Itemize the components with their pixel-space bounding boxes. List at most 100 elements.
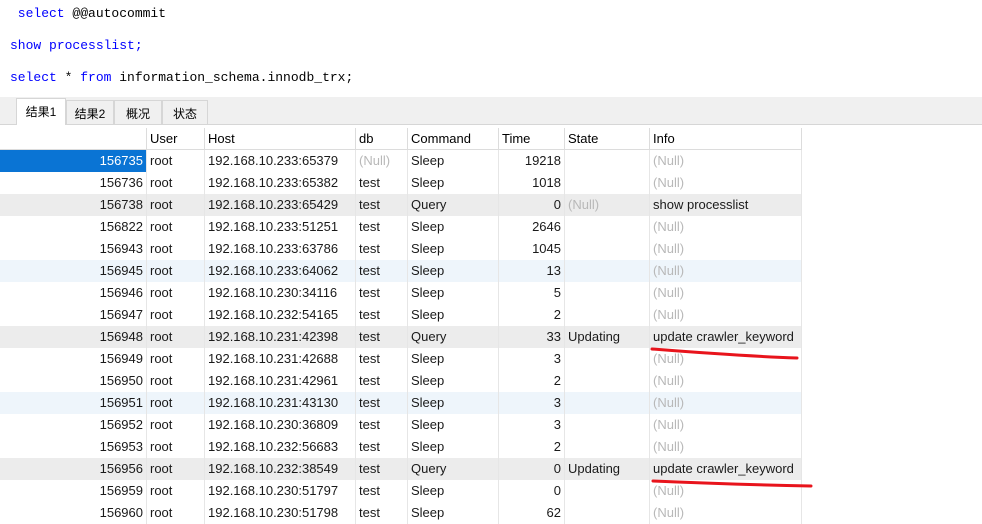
cell-info[interactable]: (Null) — [650, 392, 802, 414]
tab-result-1[interactable]: 结果1 — [16, 98, 66, 125]
cell-db[interactable]: test — [356, 392, 408, 414]
cell-id[interactable]: 156735 — [0, 150, 147, 172]
cell-user[interactable]: root — [147, 458, 205, 480]
cell-command[interactable]: Sleep — [408, 304, 499, 326]
cell-command[interactable]: Sleep — [408, 172, 499, 194]
cell-id[interactable]: 156951 — [0, 392, 147, 414]
cell-host[interactable]: 192.168.10.232:54165 — [205, 304, 356, 326]
cell-state[interactable] — [565, 216, 650, 238]
cell-info[interactable]: (Null) — [650, 370, 802, 392]
cell-time[interactable]: 3 — [499, 392, 565, 414]
cell-host[interactable]: 192.168.10.233:51251 — [205, 216, 356, 238]
cell-info[interactable]: (Null) — [650, 502, 802, 524]
cell-host[interactable]: 192.168.10.231:42688 — [205, 348, 356, 370]
cell-host[interactable]: 192.168.10.233:64062 — [205, 260, 356, 282]
cell-time[interactable]: 3 — [499, 348, 565, 370]
cell-user[interactable]: root — [147, 150, 205, 172]
cell-info[interactable]: (Null) — [650, 304, 802, 326]
cell-user[interactable]: root — [147, 502, 205, 524]
cell-command[interactable]: Sleep — [408, 436, 499, 458]
column-header-time[interactable]: Time — [499, 128, 565, 150]
column-header-state[interactable]: State — [565, 128, 650, 150]
table-row[interactable]: 156953 root 192.168.10.232:56683 test Sleep 2… — [0, 436, 802, 458]
cell-host[interactable]: 192.168.10.231:42398 — [205, 326, 356, 348]
cell-user[interactable]: root — [147, 480, 205, 502]
table-row[interactable]: 156735 root 192.168.10.233:65379 (Null) Slee… — [0, 150, 802, 172]
cell-command[interactable]: Sleep — [408, 260, 499, 282]
cell-info[interactable]: (Null) — [650, 480, 802, 502]
cell-db[interactable]: test — [356, 414, 408, 436]
cell-state[interactable] — [565, 238, 650, 260]
cell-command[interactable]: Sleep — [408, 414, 499, 436]
cell-db[interactable]: test — [356, 238, 408, 260]
table-row[interactable]: 156952 root 192.168.10.230:36809 test Sleep 3… — [0, 414, 802, 436]
cell-db[interactable]: test — [356, 172, 408, 194]
cell-id[interactable]: 156822 — [0, 216, 147, 238]
cell-db[interactable]: test — [356, 194, 408, 216]
cell-db[interactable]: test — [356, 348, 408, 370]
cell-time[interactable]: 3 — [499, 414, 565, 436]
column-header-info[interactable]: Info — [650, 128, 802, 150]
table-row[interactable]: 156947 root 192.168.10.232:54165 test Sleep 2… — [0, 304, 802, 326]
table-row[interactable]: 156959 root 192.168.10.230:51797 test Sleep 0… — [0, 480, 802, 502]
cell-host[interactable]: 192.168.10.232:56683 — [205, 436, 356, 458]
cell-id[interactable]: 156950 — [0, 370, 147, 392]
cell-user[interactable]: root — [147, 172, 205, 194]
cell-db[interactable]: test — [356, 458, 408, 480]
cell-state[interactable]: (Null) — [565, 194, 650, 216]
cell-time[interactable]: 19218 — [499, 150, 565, 172]
cell-user[interactable]: root — [147, 282, 205, 304]
cell-db[interactable]: test — [356, 216, 408, 238]
cell-user[interactable]: root — [147, 392, 205, 414]
cell-id[interactable]: 156959 — [0, 480, 147, 502]
cell-id[interactable]: 156948 — [0, 326, 147, 348]
cell-info[interactable]: update crawler_keyword — [650, 326, 802, 348]
cell-state[interactable] — [565, 260, 650, 282]
cell-db[interactable]: (Null) — [356, 150, 408, 172]
cell-info[interactable]: (Null) — [650, 348, 802, 370]
cell-command[interactable]: Sleep — [408, 238, 499, 260]
cell-host[interactable]: 192.168.10.230:34116 — [205, 282, 356, 304]
tab-result-3[interactable]: 概况 — [114, 100, 162, 124]
cell-user[interactable]: root — [147, 260, 205, 282]
cell-user[interactable]: root — [147, 414, 205, 436]
cell-host[interactable]: 192.168.10.233:63786 — [205, 238, 356, 260]
cell-state[interactable] — [565, 502, 650, 524]
cell-info[interactable]: (Null) — [650, 282, 802, 304]
cell-id[interactable]: 156738 — [0, 194, 147, 216]
cell-id[interactable]: 156949 — [0, 348, 147, 370]
cell-time[interactable]: 2 — [499, 370, 565, 392]
cell-db[interactable]: test — [356, 282, 408, 304]
table-row[interactable]: 156822 root 192.168.10.233:51251 test Sleep 2… — [0, 216, 802, 238]
cell-user[interactable]: root — [147, 216, 205, 238]
cell-state[interactable] — [565, 348, 650, 370]
cell-state[interactable]: Updating — [565, 326, 650, 348]
cell-host[interactable]: 192.168.10.230:51797 — [205, 480, 356, 502]
cell-db[interactable]: test — [356, 370, 408, 392]
cell-time[interactable]: 2 — [499, 436, 565, 458]
table-row[interactable]: 156951 root 192.168.10.231:43130 test Sleep 3… — [0, 392, 802, 414]
cell-user[interactable]: root — [147, 370, 205, 392]
cell-command[interactable]: Sleep — [408, 370, 499, 392]
table-row[interactable]: 156949 root 192.168.10.231:42688 test Sleep 3… — [0, 348, 802, 370]
cell-time[interactable]: 2646 — [499, 216, 565, 238]
cell-time[interactable]: 2 — [499, 304, 565, 326]
cell-command[interactable]: Sleep — [408, 282, 499, 304]
table-row[interactable]: 156960 root 192.168.10.230:51798 test Sleep 6… — [0, 502, 802, 524]
cell-command[interactable]: Sleep — [408, 150, 499, 172]
cell-command[interactable]: Sleep — [408, 348, 499, 370]
column-header-db[interactable]: db — [356, 128, 408, 150]
cell-user[interactable]: root — [147, 194, 205, 216]
table-row[interactable]: 156950 root 192.168.10.231:42961 test Sleep 2… — [0, 370, 802, 392]
cell-host[interactable]: 192.168.10.230:36809 — [205, 414, 356, 436]
cell-user[interactable]: root — [147, 436, 205, 458]
cell-state[interactable] — [565, 172, 650, 194]
cell-db[interactable]: test — [356, 502, 408, 524]
cell-host[interactable]: 192.168.10.232:38549 — [205, 458, 356, 480]
cell-host[interactable]: 192.168.10.233:65429 — [205, 194, 356, 216]
cell-state[interactable]: Updating — [565, 458, 650, 480]
cell-db[interactable]: test — [356, 480, 408, 502]
column-header-host[interactable]: Host — [205, 128, 356, 150]
cell-host[interactable]: 192.168.10.230:51798 — [205, 502, 356, 524]
table-row[interactable]: 156943 root 192.168.10.233:63786 test Sleep 1… — [0, 238, 802, 260]
